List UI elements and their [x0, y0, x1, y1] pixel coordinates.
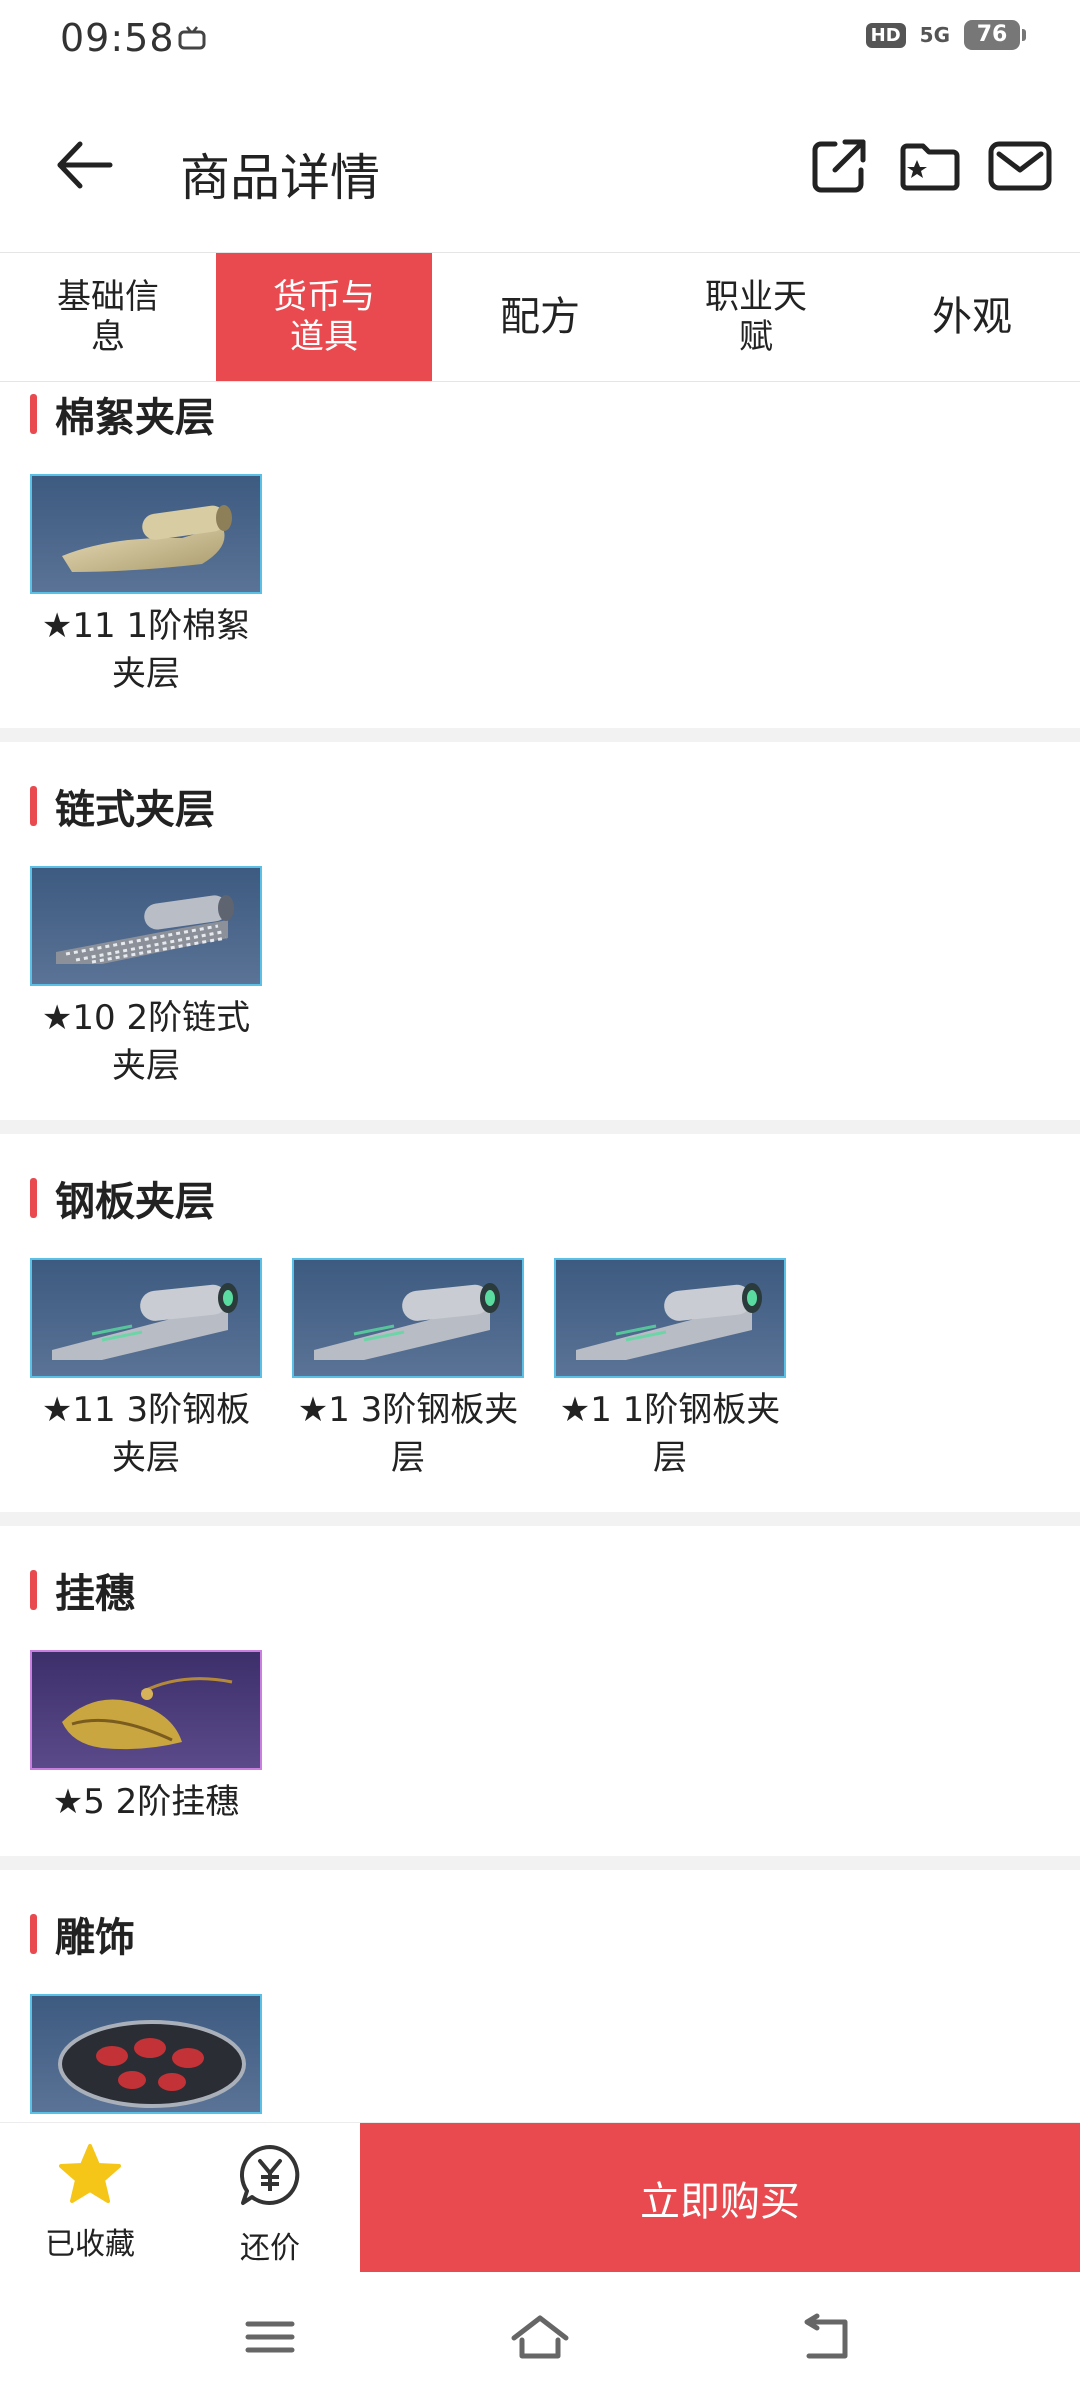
status-bar: 09:58 HD 5G 76	[0, 0, 1080, 84]
content-scroll-area[interactable]: 棉絮夹层 ★11 1阶棉絮 夹层 链式夹层 ★10 2阶链式 夹层 钢板夹层 ★…	[0, 380, 1080, 2120]
section-divider	[0, 1856, 1080, 1870]
section-header: 棉絮夹层	[30, 392, 215, 441]
section-accent-bar	[30, 394, 37, 434]
chain-roll-icon	[30, 866, 262, 986]
tassel-icon	[30, 1650, 262, 1770]
section-accent-bar	[30, 786, 37, 826]
back-arrow-icon[interactable]	[50, 130, 120, 200]
section-accent-bar	[30, 1914, 37, 1954]
item-label: ★10 2阶链式 夹层	[41, 998, 251, 1086]
battery-icon: 76	[964, 20, 1026, 50]
header: 商品详情	[0, 100, 1080, 250]
system-navigation-bar	[0, 2272, 1080, 2400]
menu-icon[interactable]	[240, 2312, 300, 2362]
section-title: 挂穗	[55, 1571, 135, 1617]
item-card[interactable]: ★5 2阶挂穗	[30, 1650, 262, 1826]
bargain-label: 还价	[240, 2231, 300, 2266]
section-divider	[0, 728, 1080, 742]
status-indicators: HD 5G 76	[865, 20, 1026, 50]
tab-currency-items[interactable]: 货币与 道具	[216, 253, 432, 381]
section-accent-bar	[30, 1570, 37, 1610]
section-divider	[0, 1512, 1080, 1526]
category-tabs: 基础信 息 货币与 道具 配方 职业天 赋 外观	[0, 252, 1080, 382]
mail-icon[interactable]	[985, 130, 1055, 200]
favorite-label: 已收藏	[45, 2227, 135, 2262]
bargain-button[interactable]: 还价	[195, 2143, 345, 2267]
item-label: ★1 1阶钢板夹 层	[559, 1390, 781, 1478]
carving-icon	[30, 1994, 262, 2114]
item-card[interactable]: ★11 3阶钢板 夹层	[30, 1258, 262, 1482]
back-icon[interactable]	[795, 2312, 855, 2362]
item-card[interactable]: ★11 1阶棉絮 夹层	[30, 474, 262, 698]
tab-class-talents[interactable]: 职业天 赋	[648, 253, 864, 381]
item-card[interactable]: ★1 1阶钢板夹 层	[554, 1258, 786, 1482]
favorite-folder-icon[interactable]	[895, 130, 965, 200]
section-header: 钢板夹层	[30, 1176, 215, 1225]
tab-appearance[interactable]: 外观	[864, 253, 1080, 381]
item-label: ★5 2阶挂穗	[52, 1782, 240, 1822]
bottom-action-bar: 已收藏 还价 立即购买	[0, 2122, 1080, 2273]
section-divider	[0, 1120, 1080, 1134]
item-label: ★11 1阶棉絮 夹层	[41, 606, 251, 694]
item-label: ★1 3阶钢板夹 层	[297, 1390, 519, 1478]
signal-icon: 5G	[919, 23, 950, 47]
buy-now-button[interactable]: 立即购买	[360, 2123, 1080, 2273]
section-accent-bar	[30, 1178, 37, 1218]
tab-basic-info[interactable]: 基础信 息	[0, 253, 216, 381]
item-card[interactable]: ★1 3阶钢板夹 层	[292, 1258, 524, 1482]
section-title: 钢板夹层	[55, 1179, 215, 1225]
share-icon[interactable]	[805, 130, 875, 200]
star-filled-icon	[59, 2144, 121, 2203]
section-header: 雕饰	[30, 1912, 135, 1961]
tab-recipes[interactable]: 配方	[432, 253, 648, 381]
item-card[interactable]: ★10 2阶链式 夹层	[30, 866, 262, 1090]
steel-roll-icon	[292, 1258, 524, 1378]
cotton-roll-icon	[30, 474, 262, 594]
section-header: 链式夹层	[30, 784, 215, 833]
section-title: 棉絮夹层	[55, 395, 215, 441]
tv-notification-icon	[178, 26, 206, 50]
yuan-bubble-icon	[239, 2145, 300, 2205]
section-title: 链式夹层	[55, 787, 215, 833]
hd-badge: HD	[865, 22, 906, 48]
status-time: 09:58	[60, 16, 175, 60]
page-title: 商品详情	[180, 149, 380, 207]
section-header: 挂穗	[30, 1568, 135, 1617]
item-card[interactable]	[30, 1994, 262, 2114]
home-icon[interactable]	[510, 2312, 570, 2362]
steel-roll-icon	[30, 1258, 262, 1378]
steel-roll-icon	[554, 1258, 786, 1378]
item-label: ★11 3阶钢板 夹层	[41, 1390, 251, 1478]
favorite-button[interactable]: 已收藏	[15, 2143, 165, 2263]
section-title: 雕饰	[55, 1915, 135, 1961]
